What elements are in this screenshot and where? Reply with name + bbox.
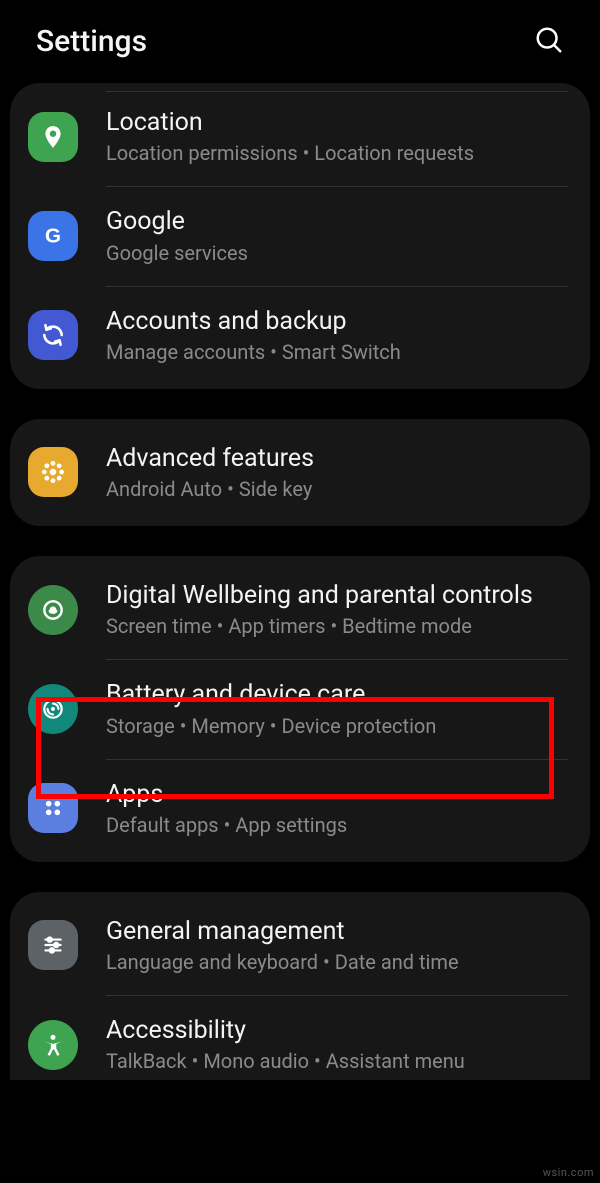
settings-group: General management Language and keyboard… [10,892,590,1081]
item-subtitle: Location permissions • Location requests [106,140,572,166]
settings-item-google[interactable]: G Google Google services [10,186,590,285]
item-text: Google Google services [106,206,572,265]
location-pin-icon [28,112,78,162]
search-icon[interactable] [534,25,564,59]
wellbeing-icon [28,585,78,635]
item-title: Accounts and backup [106,306,572,337]
item-text: Apps Default apps • App settings [106,779,572,838]
accessibility-icon [28,1020,78,1070]
settings-item-accounts[interactable]: Accounts and backup Manage accounts • Sm… [10,286,590,385]
item-text: Battery and device care Storage • Memory… [106,679,572,738]
item-title: Google [106,206,572,237]
device-care-icon [28,684,78,734]
watermark-text: wsin.com [543,1166,594,1179]
settings-item-battery[interactable]: Battery and device care Storage • Memory… [10,659,590,758]
settings-item-advanced[interactable]: Advanced features Android Auto • Side ke… [10,423,590,522]
gear-flower-icon [28,447,78,497]
item-text: Accounts and backup Manage accounts • Sm… [106,306,572,365]
settings-group: Digital Wellbeing and parental controls … [10,556,590,862]
item-text: Digital Wellbeing and parental controls … [106,580,572,639]
settings-group: Location Location permissions • Location… [10,83,590,389]
item-subtitle: Default apps • App settings [106,812,572,838]
item-text: Location Location permissions • Location… [106,107,572,166]
settings-header: Settings [0,0,600,83]
apps-grid-icon [28,783,78,833]
item-subtitle: Screen time • App timers • Bedtime mode [106,613,572,639]
item-subtitle: Language and keyboard • Date and time [106,949,572,975]
settings-item-location[interactable]: Location Location permissions • Location… [10,87,590,186]
settings-item-apps[interactable]: Apps Default apps • App settings [10,759,590,858]
item-title: Location [106,107,572,138]
item-title: Apps [106,779,572,810]
settings-group: Advanced features Android Auto • Side ke… [10,419,590,526]
google-icon: G [28,211,78,261]
item-subtitle: Google services [106,240,572,266]
item-subtitle: Storage • Memory • Device protection [106,713,572,739]
item-title: General management [106,916,572,947]
settings-item-accessibility[interactable]: Accessibility TalkBack • Mono audio • As… [10,995,590,1080]
item-subtitle: Manage accounts • Smart Switch [106,339,572,365]
settings-item-wellbeing[interactable]: Digital Wellbeing and parental controls … [10,560,590,659]
page-title: Settings [36,24,147,59]
sliders-icon [28,920,78,970]
svg-text:G: G [45,224,61,247]
item-subtitle: Android Auto • Side key [106,476,572,502]
settings-item-general[interactable]: General management Language and keyboard… [10,896,590,995]
sync-icon [28,310,78,360]
item-title: Digital Wellbeing and parental controls [106,580,572,611]
item-subtitle: TalkBack • Mono audio • Assistant menu [106,1048,572,1074]
item-title: Accessibility [106,1015,572,1046]
item-text: General management Language and keyboard… [106,916,572,975]
item-title: Advanced features [106,443,572,474]
item-text: Accessibility TalkBack • Mono audio • As… [106,1015,572,1074]
item-title: Battery and device care [106,679,572,710]
item-text: Advanced features Android Auto • Side ke… [106,443,572,502]
